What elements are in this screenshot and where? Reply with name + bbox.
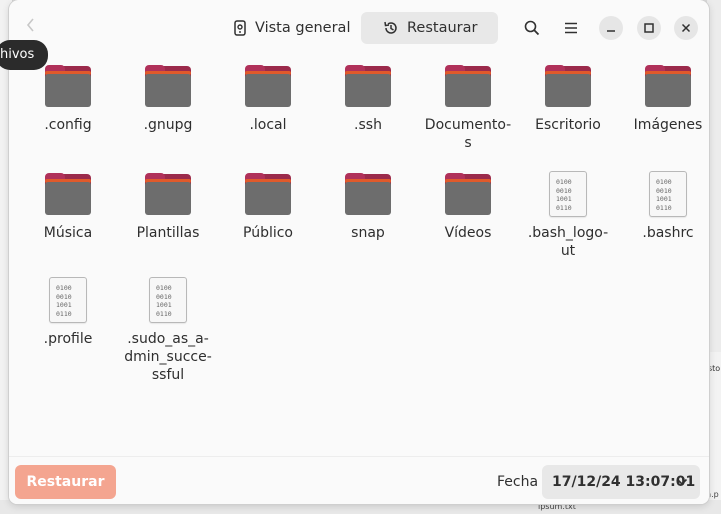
file-name: Vídeos xyxy=(444,225,492,241)
backup-drive-icon xyxy=(234,20,246,36)
search-icon xyxy=(524,20,540,36)
search-button[interactable] xyxy=(519,15,545,41)
folder-item[interactable]: Documento-s xyxy=(418,62,518,152)
folder-item[interactable]: .local xyxy=(218,62,318,134)
file-name: Escritorio xyxy=(535,117,601,133)
folder-icon xyxy=(44,62,92,110)
restore-button[interactable]: Restaurar xyxy=(15,465,116,499)
file-name: Documento-s xyxy=(424,117,512,151)
folder-item[interactable]: .config xyxy=(18,62,118,134)
folder-item[interactable]: Escritorio xyxy=(518,62,618,134)
tooltip: hivos xyxy=(0,40,48,70)
folder-item[interactable]: Público xyxy=(218,170,318,242)
file-name: Música xyxy=(43,225,93,241)
chevron-left-icon xyxy=(26,18,34,32)
text-file-icon: 0100 0010 1001 0110 xyxy=(144,276,192,324)
folder-item[interactable]: Imágenes xyxy=(618,62,709,134)
file-name: .local xyxy=(249,117,287,133)
folder-icon xyxy=(144,62,192,110)
folder-icon xyxy=(444,170,492,218)
footer-bar: Restaurar Fecha 17/12/24 13:07:01 xyxy=(9,456,709,504)
history-icon xyxy=(384,21,397,34)
file-name: Plantillas xyxy=(136,225,200,241)
backups-restore-window: Vista general Restaurar .config .gnupg .… xyxy=(9,0,709,504)
file-name: Público xyxy=(243,225,293,241)
file-name: .bashrc xyxy=(642,225,694,241)
maximize-icon xyxy=(644,23,654,33)
hamburger-menu-icon xyxy=(565,22,577,34)
file-item[interactable]: 0100 0010 1001 0110 .bashrc xyxy=(618,170,709,242)
folder-icon xyxy=(444,62,492,110)
folder-item[interactable]: Vídeos xyxy=(418,170,518,242)
folder-item[interactable]: snap xyxy=(318,170,418,242)
close-button[interactable] xyxy=(674,16,698,40)
header-bar: Vista general Restaurar xyxy=(9,0,709,56)
maximize-button[interactable] xyxy=(637,16,661,40)
file-name: .ssh xyxy=(354,117,382,133)
folder-item[interactable]: .gnupg xyxy=(118,62,218,134)
text-file-icon: 0100 0010 1001 0110 xyxy=(644,170,692,218)
file-name: .config xyxy=(44,117,92,133)
file-icon-glyph: 0100 0010 1001 0110 xyxy=(656,178,672,212)
file-name: .sudo_as_a-dmin_succe-ssful xyxy=(124,331,212,383)
folder-icon xyxy=(144,170,192,218)
file-item[interactable]: 0100 0010 1001 0110 .bash_logo-ut xyxy=(518,170,618,260)
tab-overview[interactable]: Vista general xyxy=(225,12,361,44)
folder-icon xyxy=(344,170,392,218)
chevron-down-icon xyxy=(676,478,688,486)
file-name: Imágenes xyxy=(633,117,703,133)
folder-item[interactable]: Música xyxy=(18,170,118,242)
tooltip-text: hivos xyxy=(0,47,35,62)
minimize-icon xyxy=(607,30,615,32)
folder-icon xyxy=(244,170,292,218)
tab-restore-label: Restaurar xyxy=(407,20,478,36)
date-dropdown[interactable]: 17/12/24 13:07:01 xyxy=(542,465,700,499)
tab-restore[interactable]: Restaurar xyxy=(361,12,498,44)
date-label: Fecha xyxy=(497,474,539,490)
file-name: snap xyxy=(351,225,385,241)
menu-button[interactable] xyxy=(558,15,584,41)
folder-icon xyxy=(44,170,92,218)
close-icon xyxy=(681,23,691,33)
file-name: .gnupg xyxy=(143,117,193,133)
folder-icon xyxy=(644,62,692,110)
folder-icon xyxy=(244,62,292,110)
back-button[interactable] xyxy=(25,14,43,42)
folder-icon xyxy=(344,62,392,110)
file-item[interactable]: 0100 0010 1001 0110 .profile xyxy=(18,276,118,348)
file-icon-glyph: 0100 0010 1001 0110 xyxy=(556,178,572,212)
folder-item[interactable]: .ssh xyxy=(318,62,418,134)
folder-item[interactable]: Plantillas xyxy=(118,170,218,242)
file-grid: .config .gnupg .local .ssh Documento-s Escrit… xyxy=(9,56,709,456)
folder-icon xyxy=(544,62,592,110)
text-file-icon: 0100 0010 1001 0110 xyxy=(544,170,592,218)
text-file-icon: 0100 0010 1001 0110 xyxy=(44,276,92,324)
file-icon-glyph: 0100 0010 1001 0110 xyxy=(56,284,72,318)
minimize-button[interactable] xyxy=(599,16,623,40)
file-icon-glyph: 0100 0010 1001 0110 xyxy=(156,284,172,318)
file-item[interactable]: 0100 0010 1001 0110 .sudo_as_a-dmin_succe… xyxy=(118,276,218,384)
background-label: sto xyxy=(708,364,721,373)
tab-overview-label: Vista general xyxy=(255,20,351,36)
file-name: .profile xyxy=(43,331,93,347)
date-value: 17/12/24 13:07:01 xyxy=(552,474,696,490)
file-name: .bash_logo-ut xyxy=(527,225,609,259)
